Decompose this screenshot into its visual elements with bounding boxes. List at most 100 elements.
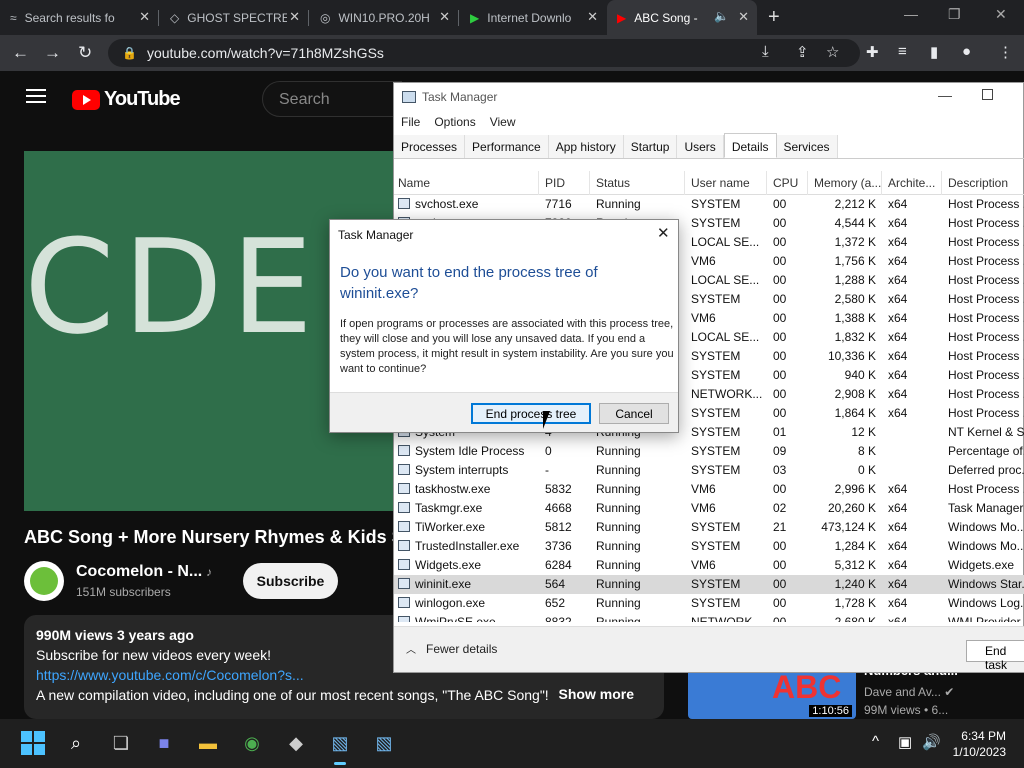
- related-video-thumbnail[interactable]: ABC 1:10:56: [688, 665, 856, 719]
- start-button[interactable]: [19, 729, 47, 757]
- column-header-name[interactable]: Name: [394, 171, 539, 195]
- tab-details[interactable]: Details: [723, 133, 777, 158]
- file-explorer-icon[interactable]: ▬: [194, 729, 222, 757]
- process-memory: 8 K: [857, 444, 876, 458]
- column-header-pid[interactable]: PID: [539, 171, 590, 195]
- search-input[interactable]: Search: [262, 81, 402, 117]
- show-more-button[interactable]: Show more: [559, 686, 634, 702]
- close-tab-icon[interactable]: ✕: [738, 9, 749, 25]
- youtube-logo[interactable]: YouTube: [72, 88, 181, 111]
- table-row[interactable]: taskhostw.exe 5832 Running VM6 00 2,996 K x64 H…: [394, 480, 1024, 499]
- back-icon[interactable]: ←: [12, 43, 29, 63]
- address-bar[interactable]: 🔒 youtube.com/watch?v=71h8MZshGSs: [108, 39, 860, 67]
- column-header-description[interactable]: Description: [942, 171, 1024, 195]
- table-row[interactable]: TrustedInstaller.exe 3736 Running SYSTEM 00 1…: [394, 537, 1024, 556]
- minimize-icon[interactable]: —: [904, 6, 918, 22]
- task-view-icon[interactable]: ❏: [107, 729, 135, 757]
- tab-processes[interactable]: Processes: [394, 135, 466, 158]
- video-duration: 1:10:56: [809, 705, 852, 717]
- bookmark-star-icon[interactable]: ☆: [826, 43, 839, 61]
- close-tab-icon[interactable]: ✕: [289, 9, 300, 25]
- channel-avatar[interactable]: [24, 561, 64, 601]
- close-tab-icon[interactable]: ✕: [139, 9, 150, 25]
- profile-icon[interactable]: ●: [962, 43, 971, 60]
- table-row[interactable]: Widgets.exe 6284 Running VM6 00 5,312 K x64 Wid…: [394, 556, 1024, 575]
- task-manager-tabs: Processes Performance App history Startu…: [394, 133, 1024, 159]
- close-tab-icon[interactable]: ✕: [439, 9, 450, 25]
- table-row[interactable]: Taskmgr.exe 4668 Running VM6 02 20,260 K x64 Ta…: [394, 499, 1024, 518]
- related-video-channel[interactable]: Dave and Av... ✔: [864, 685, 954, 699]
- hamburger-menu-icon[interactable]: [26, 89, 46, 103]
- tab-services[interactable]: Services: [776, 135, 838, 158]
- close-tab-icon[interactable]: ✕: [587, 9, 598, 25]
- clock[interactable]: 6:34 PM 1/10/2023: [946, 728, 1006, 760]
- process-name: WmiPrvSE.exe: [394, 613, 539, 622]
- table-row[interactable]: System interrupts - Running SYSTEM 03 0 K Defe…: [394, 461, 1024, 480]
- process-name: TiWorker.exe: [394, 518, 539, 537]
- browser-tab-search[interactable]: ≈ Search results fo ✕: [0, 0, 158, 35]
- chevron-up-icon[interactable]: ^: [872, 733, 879, 750]
- tab-app-history[interactable]: App history: [548, 135, 624, 158]
- task-manager-titlebar[interactable]: Task Manager —: [394, 83, 1024, 111]
- search-icon[interactable]: ⌕: [62, 729, 90, 757]
- table-row[interactable]: WmiPrvSE.exe 8832 Running NETWORK... 00 2,680…: [394, 613, 1024, 622]
- column-header-cpu[interactable]: CPU: [767, 171, 808, 195]
- browser-tab-ghost[interactable]: ◇ GHOST SPECTRE ✕: [160, 0, 308, 35]
- column-header-memory[interactable]: Memory (a...: [808, 171, 882, 195]
- network-icon[interactable]: ▣: [898, 733, 912, 751]
- restore-icon[interactable]: ❐: [948, 6, 961, 23]
- table-row[interactable]: TiWorker.exe 5812 Running SYSTEM 21 473,124 K…: [394, 518, 1024, 537]
- process-architecture: x64: [888, 311, 908, 325]
- installer-icon[interactable]: ◆: [282, 729, 310, 757]
- tab-performance[interactable]: Performance: [465, 135, 549, 158]
- process-username: VM6: [691, 254, 716, 268]
- task-manager-taskbar-icon[interactable]: ▧: [326, 729, 354, 765]
- browser-tab-youtube[interactable]: ▶ ABC Song - 🔈 ✕: [607, 0, 757, 35]
- tab-users[interactable]: Users: [677, 135, 724, 158]
- menu-options[interactable]: Options: [427, 113, 482, 133]
- process-icon: [398, 521, 410, 532]
- table-row[interactable]: wininit.exe 564 Running SYSTEM 00 1,240 K x64 W…: [394, 575, 1024, 594]
- table-row[interactable]: winlogon.exe 652 Running SYSTEM 00 1,728 K x64…: [394, 594, 1024, 613]
- volume-icon[interactable]: 🔊: [922, 733, 941, 751]
- reload-icon[interactable]: ↻: [78, 43, 92, 63]
- end-process-tree-button[interactable]: End process tree: [471, 403, 591, 424]
- youtube-tab-icon: ▶: [617, 10, 627, 25]
- media-control-icon[interactable]: ≡: [898, 43, 907, 60]
- column-header-status[interactable]: Status: [590, 171, 685, 195]
- process-description: Windows Mo...: [948, 539, 1024, 553]
- column-header-username[interactable]: User name: [685, 171, 767, 195]
- menu-dots-icon[interactable]: ⋮: [998, 43, 1013, 61]
- table-row[interactable]: svchost.exe 7716 Running SYSTEM 00 2,212 K x64…: [394, 195, 1024, 214]
- process-username: SYSTEM: [691, 368, 741, 382]
- extensions-icon[interactable]: ✚: [866, 43, 879, 61]
- share-icon[interactable]: ⇪: [796, 43, 809, 61]
- browser-tab-idm[interactable]: ▶ Internet Downlo ✕: [460, 0, 606, 35]
- end-task-button[interactable]: End task: [966, 640, 1024, 672]
- browser-tab-win10[interactable]: ◎ WIN10.PRO.20H ✕: [310, 0, 458, 35]
- fewer-details-button[interactable]: ︿ Fewer details: [406, 641, 497, 656]
- table-row[interactable]: System Idle Process 0 Running SYSTEM 09 8 K Pe…: [394, 442, 1024, 461]
- end-process-tree-dialog: Task Manager ✕ Do you want to end the pr…: [329, 219, 679, 433]
- close-window-icon[interactable]: ✕: [995, 6, 1007, 23]
- forward-icon[interactable]: →: [44, 43, 61, 63]
- new-tab-button[interactable]: +: [768, 6, 780, 29]
- chrome-icon[interactable]: ◉: [238, 729, 266, 757]
- menu-file[interactable]: File: [394, 113, 427, 133]
- tab-startup[interactable]: Startup: [623, 135, 678, 158]
- install-icon[interactable]: ⤓: [762, 43, 769, 60]
- close-icon[interactable]: ✕: [657, 224, 670, 242]
- cancel-button[interactable]: Cancel: [599, 403, 669, 424]
- process-memory: 4,544 K: [834, 216, 876, 230]
- menu-view[interactable]: View: [483, 113, 523, 133]
- maximize-icon[interactable]: [982, 89, 993, 100]
- channel-name[interactable]: Cocomelon - N...: [76, 563, 202, 581]
- dialog-question: Do you want to end the process tree of w…: [340, 264, 598, 302]
- side-panel-icon[interactable]: ▮: [930, 43, 938, 61]
- teams-chat-icon[interactable]: ■: [150, 729, 178, 757]
- task-manager-taskbar-icon-2[interactable]: ▧: [370, 729, 398, 757]
- music-note-icon: ♪: [206, 565, 212, 579]
- column-header-architecture[interactable]: Archite...: [882, 171, 942, 195]
- subscribe-button[interactable]: Subscribe: [243, 563, 338, 599]
- minimize-icon[interactable]: —: [938, 87, 952, 103]
